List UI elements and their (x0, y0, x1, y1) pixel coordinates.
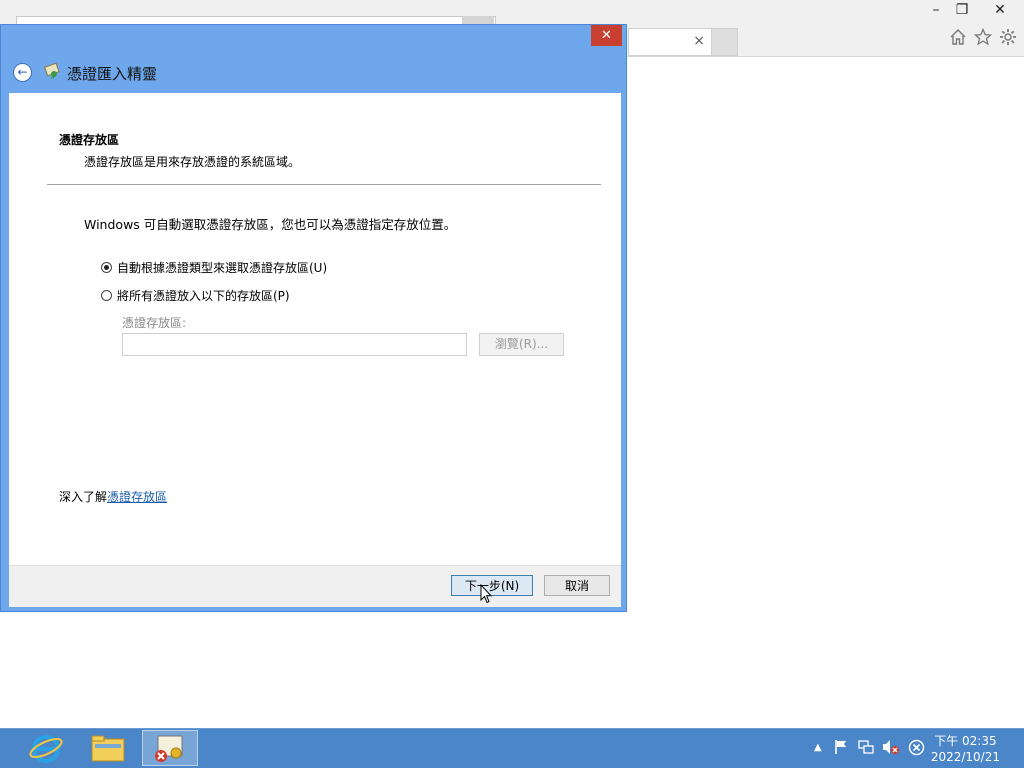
radio-selected[interactable] (101, 262, 112, 273)
system-clock[interactable]: 下午 02:35 2022/10/21 (931, 733, 1000, 765)
action-center-flag-icon[interactable] (834, 739, 848, 759)
taskbar-file-explorer[interactable] (80, 730, 136, 766)
cancel-button[interactable]: 取消 (544, 575, 610, 596)
auto-select-store-option[interactable]: 自動根據憑證類型來選取憑證存放區(U) (101, 259, 327, 276)
mouse-cursor-icon (480, 584, 492, 604)
home-icon[interactable] (948, 28, 968, 48)
close-window-button[interactable]: ✕ (986, 2, 1014, 18)
learn-more-prefix: 深入了解 (59, 490, 108, 504)
close-circle-icon[interactable] (908, 739, 925, 760)
wizard-footer: 下一步(N) 取消 (9, 565, 621, 607)
next-button[interactable]: 下一步(N) (451, 575, 533, 596)
settings-gear-icon[interactable] (998, 28, 1018, 48)
certificate-store-link[interactable]: 憑證存放區 (107, 490, 167, 504)
header-divider (47, 184, 601, 185)
place-all-in-store-option[interactable]: 將所有憑證放入以下的存放區(P) (101, 287, 290, 304)
radio-unselected[interactable] (101, 290, 112, 301)
folder-icon (91, 735, 125, 762)
dialog-close-button[interactable]: ✕ (591, 25, 622, 46)
browse-button: 瀏覽(R)... (479, 333, 564, 356)
restore-button[interactable]: ❐ (948, 2, 976, 18)
section-description: 憑證存放區是用來存放憑證的系統區域。 (84, 155, 301, 169)
minimize-button[interactable]: – (922, 2, 950, 18)
auto-select-store-label: 自動根據憑證類型來選取憑證存放區(U) (117, 261, 328, 275)
taskbar-internet-explorer[interactable] (18, 730, 74, 766)
learn-more-text: 深入了解憑證存放區 (59, 488, 167, 505)
certificate-store-field (122, 333, 467, 356)
tab-close-icon[interactable]: × (693, 33, 705, 49)
certificate-store-label: 憑證存放區: (122, 316, 187, 330)
internet-explorer-icon (29, 735, 63, 763)
certificate-import-wizard-dialog: ✕ ← 憑證匯入精靈 憑證存放區 憑證存放區是用來存放憑證的系統區域。 Wind… (0, 24, 627, 612)
clock-date: 2022/10/21 (930, 750, 1000, 764)
back-arrow-icon[interactable]: ← (13, 63, 32, 82)
place-all-in-store-label: 將所有憑證放入以下的存放區(P) (117, 289, 290, 303)
certificate-icon (155, 735, 183, 762)
clock-time: 下午 02:35 (934, 734, 997, 748)
new-tab-button[interactable] (711, 28, 738, 56)
wizard-content-panel: 憑證存放區 憑證存放區是用來存放憑證的系統區域。 Windows 可自動選取憑證… (9, 93, 621, 565)
intro-text: Windows 可自動選取憑證存放區，您也可以為憑證指定存放位置。 (84, 217, 457, 232)
browser-tab[interactable]: × (628, 28, 712, 56)
taskbar-certificate-wizard[interactable] (142, 730, 198, 766)
favorites-star-icon[interactable] (973, 27, 993, 48)
volume-muted-icon[interactable] (882, 739, 900, 759)
show-hidden-icons[interactable]: ▲ (814, 742, 822, 753)
certificate-wizard-icon (43, 62, 61, 80)
section-title: 憑證存放區 (59, 133, 120, 147)
network-icon[interactable] (858, 739, 874, 759)
taskbar: ▲ 下午 02:35 2022/10/21 (0, 728, 1024, 768)
wizard-title: 憑證匯入精靈 (67, 65, 158, 83)
